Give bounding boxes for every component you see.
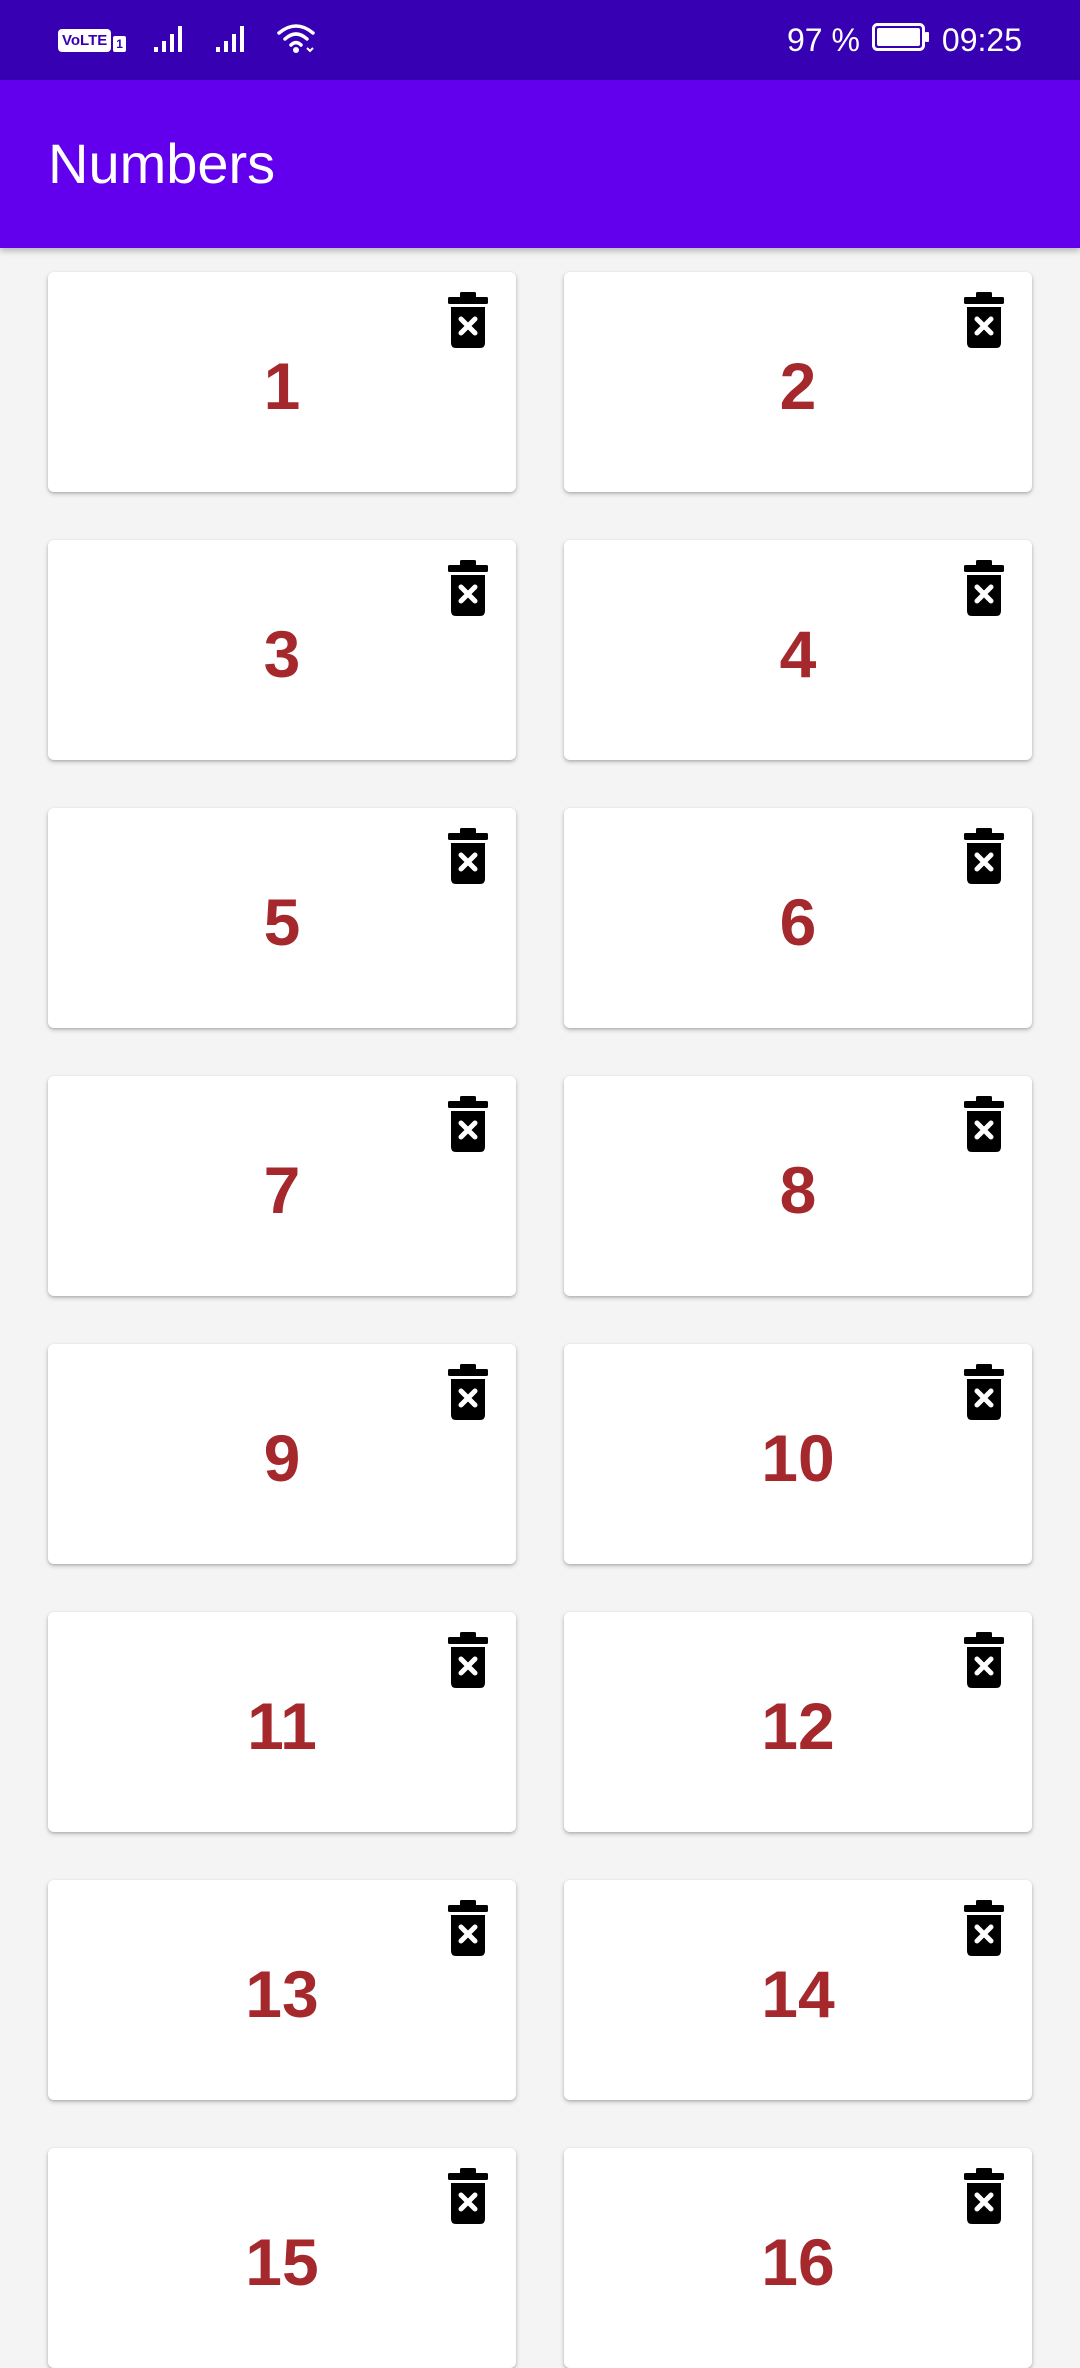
number-card-8[interactable]: 8 <box>564 1076 1032 1296</box>
app-bar: Numbers <box>0 80 1080 248</box>
page-title: Numbers <box>48 132 276 195</box>
card-number: 4 <box>779 617 817 691</box>
delete-button[interactable] <box>962 292 1006 348</box>
number-card-10[interactable]: 10 <box>564 1344 1032 1564</box>
delete-icon <box>448 828 488 884</box>
number-card-15[interactable]: 15 <box>48 2148 516 2368</box>
delete-button[interactable] <box>446 1900 490 1956</box>
card-number: 8 <box>779 1153 817 1227</box>
delete-button[interactable] <box>962 1900 1006 1956</box>
delete-icon <box>964 1096 1004 1152</box>
delete-icon <box>964 1900 1004 1956</box>
delete-icon <box>964 292 1004 348</box>
card-number: 5 <box>263 885 301 959</box>
delete-button[interactable] <box>446 828 490 884</box>
delete-button[interactable] <box>962 828 1006 884</box>
number-card-2[interactable]: 2 <box>564 272 1032 492</box>
number-card-16[interactable]: 16 <box>564 2148 1032 2368</box>
card-number: 12 <box>761 1689 835 1763</box>
delete-icon <box>964 828 1004 884</box>
battery-percent: 97 % <box>786 21 860 58</box>
card-number: 10 <box>761 1421 835 1495</box>
delete-button[interactable] <box>446 560 490 616</box>
number-card-5[interactable]: 5 <box>48 808 516 1028</box>
card-number: 1 <box>263 349 301 423</box>
volte-label: VoLTE <box>58 28 112 52</box>
number-card-6[interactable]: 6 <box>564 808 1032 1028</box>
number-card-12[interactable]: 12 <box>564 1612 1032 1832</box>
card-number: 2 <box>779 349 817 423</box>
delete-button[interactable] <box>446 2168 490 2224</box>
number-card-13[interactable]: 13 <box>48 1880 516 2100</box>
sim-slot-label: 1 <box>113 35 126 52</box>
delete-button[interactable] <box>962 560 1006 616</box>
clock: 09:25 <box>941 21 1022 58</box>
delete-icon <box>448 1900 488 1956</box>
delete-icon <box>448 1632 488 1688</box>
card-number: 15 <box>245 2225 319 2299</box>
delete-button[interactable] <box>962 2168 1006 2224</box>
number-card-9[interactable]: 9 <box>48 1344 516 1564</box>
delete-icon <box>964 1364 1004 1420</box>
card-number: 9 <box>263 1421 301 1495</box>
battery-icon <box>871 22 930 59</box>
delete-button[interactable] <box>446 292 490 348</box>
delete-button[interactable] <box>962 1364 1006 1420</box>
number-card-4[interactable]: 4 <box>564 540 1032 760</box>
delete-icon <box>448 1364 488 1420</box>
number-card-14[interactable]: 14 <box>564 1880 1032 2100</box>
delete-button[interactable] <box>962 1632 1006 1688</box>
volte-icon: VoLTE 1 <box>58 28 126 52</box>
delete-icon <box>448 560 488 616</box>
delete-button[interactable] <box>962 1096 1006 1152</box>
number-card-1[interactable]: 1 <box>48 272 516 492</box>
delete-icon <box>964 2168 1004 2224</box>
delete-button[interactable] <box>446 1632 490 1688</box>
delete-icon <box>964 560 1004 616</box>
status-bar-right: 97 % 09:25 <box>787 20 1022 60</box>
delete-button[interactable] <box>446 1096 490 1152</box>
numbers-grid: 1 2 3 4 5 6 7 8 9 10 11 12 13 14 15 16 <box>48 272 1032 2368</box>
card-number: 16 <box>761 2225 835 2299</box>
status-bar-left: VoLTE 1 <box>58 22 316 58</box>
delete-icon <box>448 292 488 348</box>
number-card-3[interactable]: 3 <box>48 540 516 760</box>
delete-icon <box>964 1632 1004 1688</box>
card-number: 6 <box>779 885 817 959</box>
delete-icon <box>448 2168 488 2224</box>
card-number: 11 <box>247 1689 317 1763</box>
signal-icon <box>152 23 188 58</box>
delete-icon <box>448 1096 488 1152</box>
number-card-7[interactable]: 7 <box>48 1076 516 1296</box>
number-card-11[interactable]: 11 <box>48 1612 516 1832</box>
delete-button[interactable] <box>446 1364 490 1420</box>
wifi-icon <box>276 22 316 59</box>
card-number: 14 <box>761 1957 835 2031</box>
card-number: 13 <box>245 1957 319 2031</box>
card-number: 3 <box>263 617 301 691</box>
card-number: 7 <box>263 1153 301 1227</box>
signal-icon <box>214 23 250 58</box>
status-bar: VoLTE 1 97 % 09:25 <box>0 0 1080 80</box>
